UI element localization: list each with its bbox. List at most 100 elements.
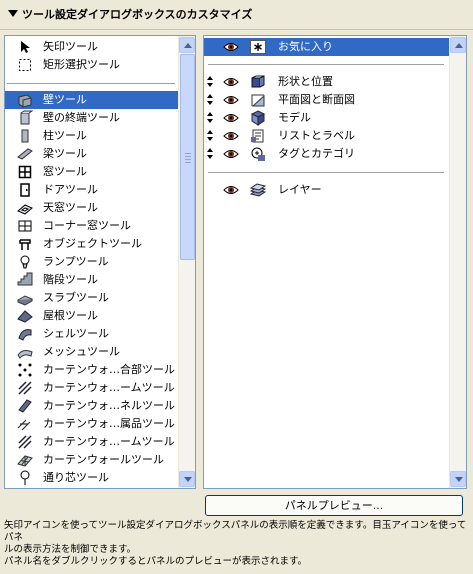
help-line: 矢印アイコンを使ってツール設定ダイアログボックスパネルの表示順を定義できます。目… — [4, 520, 467, 543]
wall-end-tool-icon — [17, 110, 34, 126]
panel-favorites-label: お気に入り — [278, 40, 333, 53]
tool-list-item[interactable]: カーテンウォ…合部ツール — [5, 361, 178, 379]
scroll-up-button[interactable] — [450, 37, 466, 53]
tool-list-item[interactable]: カーテンウォ…ームツール — [5, 433, 178, 451]
scroll-up-button[interactable] — [179, 37, 195, 53]
reorder-arrows-icon[interactable] — [207, 130, 215, 142]
panel-item[interactable]: モデル — [204, 109, 449, 127]
tool-list-item[interactable]: スラブツール — [5, 289, 178, 307]
tool-list-item[interactable]: 通り芯ツール — [5, 469, 178, 487]
scroll-grip — [185, 159, 191, 160]
reorder-arrows-icon[interactable] — [207, 148, 215, 160]
tool-list-item-label: スラブツール — [43, 291, 109, 304]
tool-list-item-label: 通り芯ツール — [43, 471, 109, 484]
tool-list-item[interactable]: カーテンウォ…ネルツール — [5, 397, 178, 415]
object-tool-icon — [17, 236, 33, 252]
floor-plan-section-icon — [250, 92, 266, 108]
grid-tool-icon — [17, 470, 33, 486]
tool-list-item[interactable]: オブジェクトツール — [5, 235, 178, 253]
reorder-arrows-icon[interactable] — [207, 94, 215, 106]
tool-list-item[interactable]: ランプツール — [5, 253, 178, 271]
tool-list-item[interactable]: 矢印ツール — [5, 38, 178, 56]
eye-icon[interactable] — [223, 128, 239, 144]
reorder-arrows-icon[interactable] — [207, 76, 215, 88]
panel-item-label: 形状と位置 — [278, 75, 333, 88]
tool-list-item-label: ドアツール — [43, 183, 98, 196]
stair-tool-icon — [17, 272, 33, 288]
tool-list-item[interactable]: メッシュツール — [5, 343, 178, 361]
panel-layer[interactable]: レイヤー — [204, 181, 449, 199]
tool-list-item[interactable]: 階段ツール — [5, 271, 178, 289]
tool-list-item[interactable]: ドアツール — [5, 181, 178, 199]
curtain-wall-accessory-tool-icon — [17, 416, 33, 432]
curtain-wall-tool-icon — [17, 452, 33, 468]
tool-list-item[interactable]: カーテンウォ…属品ツール — [5, 415, 178, 433]
column-tool-icon — [17, 128, 33, 144]
panel-item[interactable]: 平面図と断面図 — [204, 91, 449, 109]
panel-favorites[interactable]: お気に入り — [204, 38, 449, 56]
tool-list-item-label: 柱ツール — [43, 129, 87, 142]
tool-list-item[interactable]: シェルツール — [5, 325, 178, 343]
dialog-title: ツール設定ダイアログボックスのカスタマイズ — [22, 8, 253, 21]
arrow-tool-icon — [17, 39, 33, 55]
tool-list-item[interactable]: 梁ツール — [5, 145, 178, 163]
tool-list-scrollbar[interactable] — [178, 36, 195, 488]
scroll-up-arrow-icon — [455, 43, 463, 48]
curtain-wall-panel-tool-icon — [17, 398, 33, 414]
tool-list-item-label: 屋根ツール — [43, 309, 98, 322]
slab-tool-icon — [16, 290, 34, 306]
tool-list-item-label: 矢印ツール — [43, 40, 98, 53]
tool-list-item-label: コーナー窓ツール — [43, 219, 131, 232]
scroll-thumb[interactable] — [180, 54, 195, 260]
tool-list[interactable]: 矢印ツール矩形選択ツール 壁ツール壁の終端ツール 柱ツール梁ツール窓ツールドアツール… — [4, 35, 196, 489]
scroll-down-button[interactable] — [450, 471, 466, 487]
tool-list-item-label: 梁ツール — [43, 147, 87, 160]
tool-list-item-label: 階段ツール — [43, 273, 98, 286]
scroll-down-button[interactable] — [179, 471, 195, 487]
model-icon — [250, 110, 266, 126]
shell-tool-icon — [17, 326, 33, 342]
curtain-wall-frame-tool-icon — [17, 380, 33, 396]
tool-list-item[interactable]: 屋根ツール — [5, 307, 178, 325]
eye-icon[interactable] — [223, 92, 239, 108]
wall-tool-icon — [17, 92, 33, 108]
tool-list-item[interactable]: 窓ツール — [5, 163, 178, 181]
tool-list-item-label: カーテンウォ…ームツール — [43, 435, 175, 448]
reorder-arrows-icon[interactable] — [207, 112, 215, 124]
mesh-tool-icon — [17, 344, 33, 360]
collapse-triangle-icon[interactable] — [8, 10, 18, 17]
panel-list[interactable]: お気に入り形状と位置平面図と断面図モデルリストとラベル タグとカテゴリレイヤー — [203, 35, 467, 489]
tool-list-item-label: シェルツール — [43, 327, 109, 340]
panel-preview-button[interactable]: パネルプレビュー... — [205, 495, 463, 516]
panel-list-scrollbar[interactable] — [449, 36, 466, 488]
tool-list-item[interactable]: コーナー窓ツール — [5, 217, 178, 235]
favorites-icon — [250, 39, 266, 55]
eye-icon[interactable] — [223, 39, 239, 55]
roof-tool-icon — [17, 308, 33, 324]
eye-icon[interactable] — [223, 182, 239, 198]
tag-category-icon — [250, 146, 266, 162]
tool-list-item-label: 窓ツール — [43, 165, 87, 178]
tool-list-item[interactable]: 壁ツール — [5, 91, 178, 109]
panel-item[interactable]: タグとカテゴリ — [204, 145, 449, 163]
eye-icon[interactable] — [223, 146, 239, 162]
tool-list-item[interactable]: 天窓ツール — [5, 199, 178, 217]
tool-list-item[interactable]: 柱ツール — [5, 127, 178, 145]
curtain-wall-frame-tool-icon — [17, 434, 33, 450]
tool-list-item-label: カーテンウォ…属品ツール — [43, 417, 175, 430]
tool-list-item[interactable]: カーテンウォ…ームツール — [5, 379, 178, 397]
tool-list-item[interactable]: 矩形選択ツール — [5, 56, 178, 74]
dialog-header: ツール設定ダイアログボックスのカスタマイズ — [0, 0, 473, 30]
panel-item-label: モデル — [278, 111, 311, 124]
tool-list-item[interactable]: カーテンウォールツール — [5, 451, 178, 469]
marquee-tool-icon — [17, 57, 33, 73]
tool-list-item-label: 壁の終端ツール — [43, 111, 120, 124]
panel-layer-label: レイヤー — [278, 183, 322, 196]
panel-item[interactable]: リストとラベル — [204, 127, 449, 145]
eye-icon[interactable] — [223, 110, 239, 126]
panel-item[interactable]: 形状と位置 — [204, 73, 449, 91]
list-label-icon — [250, 128, 266, 144]
scroll-grip — [185, 156, 191, 157]
eye-icon[interactable] — [223, 74, 239, 90]
tool-list-item[interactable]: 壁の終端ツール — [5, 109, 178, 127]
